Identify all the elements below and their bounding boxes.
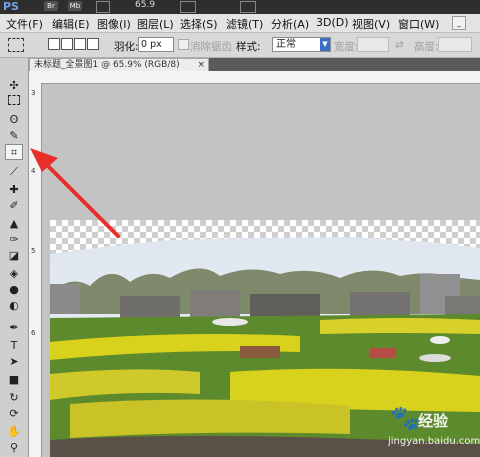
eraser-tool-icon[interactable]: ◪ (5, 248, 23, 264)
screen-mode-icon[interactable] (240, 1, 256, 13)
menu-image[interactable]: 图像(I) (97, 16, 131, 32)
intersect-selection-icon[interactable] (87, 38, 99, 50)
crop-tool-icon[interactable]: ⌗ (5, 144, 23, 160)
swap-icon[interactable]: ⇄ (395, 39, 404, 51)
style-select-value: 正常 (276, 39, 296, 50)
close-icon[interactable]: × (197, 59, 205, 71)
feather-input[interactable]: 0 px (138, 37, 174, 52)
menu-window[interactable]: 窗口(W) (398, 16, 439, 32)
baidu-jingyan-watermark: 🐾 经验 jingyan.baidu.com (380, 404, 480, 454)
arrange-documents-icon[interactable] (180, 1, 196, 13)
brush-tool-icon[interactable]: ✐ (5, 198, 23, 214)
menu-edit[interactable]: 编辑(E) (52, 16, 90, 32)
menu-filter[interactable]: 滤镜(T) (226, 16, 263, 32)
minibridge-button[interactable]: Mb (68, 1, 82, 11)
menu-bar: 文件(F) 编辑(E) 图像(I) 图层(L) 选择(S) 滤镜(T) 分析(A… (0, 14, 480, 33)
add-selection-icon[interactable] (61, 38, 73, 50)
menu-analysis[interactable]: 分析(A) (271, 16, 309, 32)
bridge-button[interactable]: Br (44, 1, 58, 11)
horizontal-ruler[interactable] (29, 71, 480, 84)
feather-label: 羽化: (114, 41, 139, 53)
menu-3d[interactable]: 3D(D) (316, 16, 349, 29)
ruler-mark: 3 (31, 89, 36, 97)
dodge-tool-icon[interactable]: ◐ (5, 298, 23, 314)
watermark-name: 经验 (418, 412, 449, 430)
marquee-preset-icon[interactable] (8, 38, 24, 52)
ruler-mark: 6 (31, 329, 36, 337)
chevron-down-icon: ▼ (320, 38, 330, 51)
pen-tool-icon[interactable]: ✒ (5, 320, 23, 336)
type-tool-icon[interactable]: T (5, 338, 23, 354)
menu-select[interactable]: 选择(S) (180, 16, 218, 32)
paw-logo-icon: 🐾 (390, 404, 420, 432)
subtract-selection-icon[interactable] (74, 38, 86, 50)
menu-layer[interactable]: 图层(L) (137, 16, 174, 32)
marquee-tool-icon[interactable] (5, 94, 23, 110)
toolbox: ✣ ʘ ✎ ⌗ ⟋ ✚ ✐ ▲ ✑ ◪ ◈ ● ◐ ✒ T ➤ ■ ↻ ⟳ ✋ … (0, 58, 29, 457)
zoom-level[interactable]: 65.9 (135, 0, 155, 10)
gradient-tool-icon[interactable]: ◈ (5, 266, 23, 282)
menu-view[interactable]: 视图(V) (352, 16, 390, 32)
move-tool-icon[interactable]: ✣ (5, 78, 23, 94)
style-label: 样式: (236, 41, 261, 53)
stamp-tool-icon[interactable]: ▲ (5, 216, 23, 232)
document-title: 未标题_全景图1 @ 65.9% (RGB/8) (34, 60, 180, 70)
document-canvas[interactable] (42, 84, 480, 457)
antialias-label: 消除锯齿 (190, 41, 232, 53)
hand-tool-icon[interactable]: ✋ (5, 424, 23, 440)
lasso-tool-icon[interactable]: ʘ (5, 112, 23, 128)
width-label: 宽度: (334, 41, 359, 53)
history-brush-tool-icon[interactable]: ✑ (5, 232, 23, 248)
height-label: 高度: (414, 41, 439, 53)
options-bar: 羽化: 0 px 消除锯齿 样式: 正常 ▼ 宽度: ⇄ 高度: (0, 33, 480, 58)
3d-rotate-tool-icon[interactable]: ↻ (5, 390, 23, 406)
zoom-tool-icon[interactable]: ⚲ (5, 440, 23, 456)
ruler-mark: 5 (31, 247, 36, 255)
minimize-button[interactable]: _ (452, 16, 466, 30)
vertical-ruler[interactable]: 3 4 5 6 (29, 83, 42, 457)
path-select-tool-icon[interactable]: ➤ (5, 354, 23, 370)
antialias-checkbox[interactable] (178, 39, 189, 50)
shape-tool-icon[interactable]: ■ (5, 372, 23, 388)
eyedropper-tool-icon[interactable]: ⟋ (5, 164, 23, 180)
ruler-mark: 4 (31, 167, 36, 175)
blur-tool-icon[interactable]: ● (5, 282, 23, 298)
3d-orbit-tool-icon[interactable]: ⟳ (5, 406, 23, 422)
healing-tool-icon[interactable]: ✚ (5, 182, 23, 198)
document-tab[interactable]: 未标题_全景图1 @ 65.9% (RGB/8) × (29, 58, 209, 71)
app-title-bar: PS Br Mb 65.9 (0, 0, 480, 14)
style-select[interactable]: 正常 ▼ (272, 37, 331, 52)
new-selection-icon[interactable] (48, 38, 60, 50)
view-extras-icon[interactable] (96, 1, 110, 13)
menu-file[interactable]: 文件(F) (6, 16, 43, 32)
quick-select-tool-icon[interactable]: ✎ (5, 128, 23, 144)
width-input[interactable] (357, 37, 389, 52)
photoshop-logo: PS (3, 0, 19, 13)
watermark-url: jingyan.baidu.com (388, 436, 480, 447)
height-input[interactable] (438, 37, 472, 52)
